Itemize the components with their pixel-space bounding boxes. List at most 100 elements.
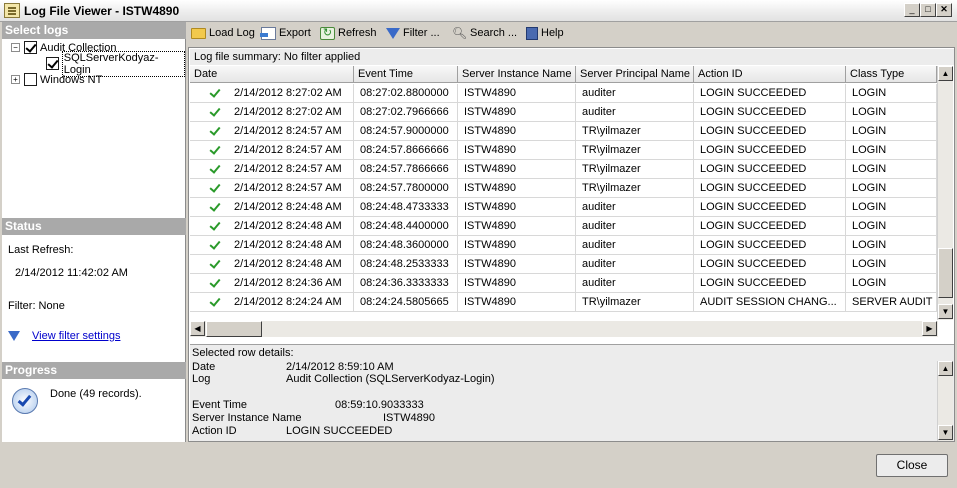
table-cell: 08:24:57.7866666 <box>354 160 458 179</box>
table-cell: LOGIN <box>846 236 937 255</box>
collapse-icon[interactable]: − <box>11 43 20 52</box>
table-cell: LOGIN <box>846 160 937 179</box>
table-row[interactable]: 2/14/2012 8:24:36 AM 08:24:36.3333333 ISTW… <box>190 274 937 293</box>
column-header-date[interactable]: Date <box>190 66 354 83</box>
table-cell: 2/14/2012 8:24:24 AM <box>190 293 354 312</box>
table-cell: ISTW4890 <box>458 160 576 179</box>
scroll-up-icon[interactable]: ▲ <box>938 66 953 81</box>
table-cell: 08:27:02.7966666 <box>354 103 458 122</box>
minimize-button[interactable]: _ <box>904 3 920 17</box>
log-summary: Log file summary: No filter applied <box>190 49 954 65</box>
table-cell: ISTW4890 <box>458 84 576 103</box>
load-log-button[interactable]: Load Log <box>191 25 255 41</box>
tree-node-sqlserverkodyaz-login[interactable]: SQLServerKodyaz-Login <box>46 50 185 77</box>
detail-date-label: Date <box>192 361 216 373</box>
expand-icon[interactable]: + <box>11 75 20 84</box>
detail-event-time-value: 08:59:10.9033333 <box>335 399 424 411</box>
table-row[interactable]: 2/14/2012 8:27:02 AM 08:27:02.8800000 ISTW… <box>190 84 937 103</box>
table-cell: 2/14/2012 8:24:57 AM <box>190 179 354 198</box>
title-bar: Log File Viewer - ISTW4890 _ □ ✕ <box>0 0 957 22</box>
sqlserverkodyaz-login-checkbox[interactable] <box>46 57 59 70</box>
details-scroll-up-icon[interactable]: ▲ <box>938 361 953 376</box>
select-logs-header: Select logs <box>2 22 186 39</box>
tree-node-windows-nt[interactable]: + Windows NT <box>11 72 102 87</box>
help-book-icon <box>526 26 538 40</box>
table-cell: LOGIN <box>846 141 937 160</box>
maximize-button[interactable]: □ <box>920 3 936 17</box>
filter-button[interactable]: Filter ... <box>386 25 440 41</box>
search-button[interactable]: 🔍︎ Search ... <box>452 25 517 41</box>
column-header-class-type[interactable]: Class Type <box>846 66 937 83</box>
detail-action-id-value: LOGIN SUCCEEDED <box>286 425 393 437</box>
table-row[interactable]: 2/14/2012 8:24:48 AM 08:24:48.4733333 ISTW… <box>190 198 937 217</box>
table-cell: ISTW4890 <box>458 236 576 255</box>
table-cell: 2/14/2012 8:24:57 AM <box>190 160 354 179</box>
column-header-event-time[interactable]: Event Time <box>354 66 458 83</box>
table-row[interactable]: 2/14/2012 8:24:24 AM 08:24:24.5805665 ISTW… <box>190 293 937 312</box>
details-scroll-down-icon[interactable]: ▼ <box>938 425 953 440</box>
table-cell: LOGIN <box>846 179 937 198</box>
table-cell: LOGIN <box>846 198 937 217</box>
column-header-server-principal[interactable]: Server Principal Name <box>576 66 694 83</box>
filter-status: Filter: None <box>8 300 65 312</box>
close-button[interactable]: Close <box>876 454 948 477</box>
table-cell: 2/14/2012 8:24:48 AM <box>190 255 354 274</box>
filter-funnel-icon <box>8 331 20 341</box>
help-button[interactable]: Help <box>526 25 564 41</box>
table-cell: 08:24:36.3333333 <box>354 274 458 293</box>
export-icon <box>260 26 276 40</box>
table-cell: TR\yilmazer <box>576 293 694 312</box>
export-button[interactable]: Export <box>260 25 311 41</box>
table-row[interactable]: 2/14/2012 8:24:57 AM 08:24:57.7866666 ISTW… <box>190 160 937 179</box>
column-header-action-id[interactable]: Action ID <box>694 66 846 83</box>
windows-nt-checkbox[interactable] <box>24 73 37 86</box>
table-cell: 2/14/2012 8:27:02 AM <box>190 103 354 122</box>
audit-collection-checkbox[interactable] <box>24 41 37 54</box>
table-cell: ISTW4890 <box>458 103 576 122</box>
table-cell: TR\yilmazer <box>576 160 694 179</box>
progress-text: Done (49 records). <box>50 388 142 400</box>
table-row[interactable]: 2/14/2012 8:24:48 AM 08:24:48.3600000 ISTW… <box>190 236 937 255</box>
h-scroll-thumb[interactable] <box>206 321 262 337</box>
scroll-down-icon[interactable]: ▼ <box>938 304 953 319</box>
table-cell: LOGIN <box>846 84 937 103</box>
column-header-server-instance[interactable]: Server Instance Name <box>458 66 576 83</box>
folder-icon <box>191 27 206 39</box>
scroll-thumb[interactable] <box>938 248 953 298</box>
search-label: Search ... <box>470 27 518 39</box>
table-row[interactable]: 2/14/2012 8:24:48 AM 08:24:48.4400000 ISTW… <box>190 217 937 236</box>
table-cell: ISTW4890 <box>458 255 576 274</box>
window-title: Log File Viewer - ISTW4890 <box>24 4 180 18</box>
table-row[interactable]: 2/14/2012 8:24:57 AM 08:24:57.9000000 ISTW… <box>190 122 937 141</box>
table-cell: LOGIN SUCCEEDED <box>694 141 846 160</box>
table-cell: LOGIN <box>846 274 937 293</box>
log-viewer-app-icon <box>4 3 20 18</box>
table-cell: LOGIN <box>846 122 937 141</box>
grid-vertical-scrollbar[interactable]: ▲ ▼ <box>937 66 953 320</box>
details-vertical-scrollbar[interactable]: ▲ ▼ <box>937 361 953 441</box>
done-check-icon <box>12 388 38 414</box>
table-cell: LOGIN SUCCEEDED <box>694 217 846 236</box>
table-cell: TR\yilmazer <box>576 122 694 141</box>
refresh-button[interactable]: ↻ Refresh <box>320 25 377 41</box>
table-cell: 08:24:48.2533333 <box>354 255 458 274</box>
table-cell: ISTW4890 <box>458 274 576 293</box>
grid-horizontal-scrollbar[interactable]: ◀ ▶ <box>190 321 938 337</box>
table-cell: LOGIN SUCCEEDED <box>694 255 846 274</box>
table-cell: auditer <box>576 217 694 236</box>
table-cell: LOGIN SUCCEEDED <box>694 198 846 217</box>
table-row[interactable]: 2/14/2012 8:27:02 AM 08:27:02.7966666 ISTW… <box>190 103 937 122</box>
scroll-left-icon[interactable]: ◀ <box>190 321 205 336</box>
table-cell: 08:24:48.4400000 <box>354 217 458 236</box>
view-filter-settings-link[interactable]: View filter settings <box>32 330 120 342</box>
close-window-button[interactable]: ✕ <box>936 3 952 17</box>
detail-server-instance-label: Server Instance Name <box>192 412 302 424</box>
table-cell: LOGIN SUCCEEDED <box>694 122 846 141</box>
table-cell: ISTW4890 <box>458 179 576 198</box>
scroll-right-icon[interactable]: ▶ <box>922 321 937 336</box>
last-refresh-label: Last Refresh: <box>8 244 74 256</box>
table-row[interactable]: 2/14/2012 8:24:57 AM 08:24:57.8666666 ISTW… <box>190 141 937 160</box>
table-row[interactable]: 2/14/2012 8:24:48 AM 08:24:48.2533333 ISTW… <box>190 255 937 274</box>
table-row[interactable]: 2/14/2012 8:24:57 AM 08:24:57.7800000 ISTW… <box>190 179 937 198</box>
view-filter-settings[interactable]: View filter settings <box>8 330 120 342</box>
